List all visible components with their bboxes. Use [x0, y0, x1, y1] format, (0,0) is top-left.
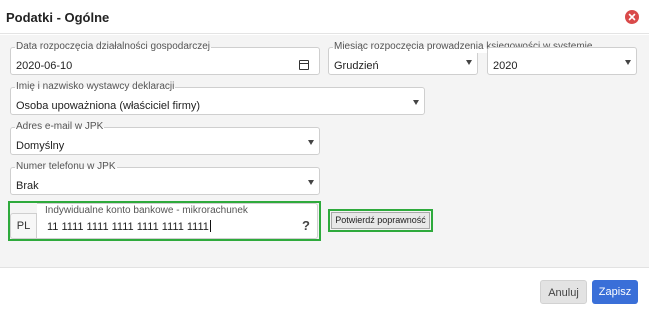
jpk-phone-value: Brak — [16, 180, 39, 192]
jpk-email-select[interactable]: Adres e-mail w JPK Domyślny — [10, 121, 320, 155]
start-date-value: 2020-06-10 — [16, 60, 73, 72]
verify-button[interactable]: Potwierdź poprawność — [331, 212, 430, 229]
save-button[interactable]: Zapisz — [592, 280, 638, 304]
country-prefix: PL — [10, 213, 37, 239]
jpk-phone-select[interactable]: Numer telefonu w JPK Brak — [10, 161, 320, 195]
bank-account-input[interactable]: Indywidualne konto bankowe - mikrorachun… — [37, 203, 318, 239]
bank-account-label: Indywidualne konto bankowe - mikrorachun… — [45, 205, 248, 216]
issuer-name-label: Imię i nazwisko wystawcy deklaracji — [15, 81, 176, 93]
accounting-year-value: 2020 — [493, 60, 518, 72]
start-date-field[interactable]: Data rozpoczęcia działalności gospodarcz… — [10, 41, 320, 75]
issuer-name-value: Osoba upoważniona (właściciel firmy) — [16, 100, 201, 112]
chevron-down-icon — [308, 140, 314, 145]
accounting-year-select[interactable]: 2020 — [487, 47, 637, 75]
cancel-button[interactable]: Anuluj — [540, 280, 587, 304]
jpk-email-value: Domyślny — [16, 140, 65, 152]
bank-account-value: 11 1111 1111 1111 1111 1111 1111 — [47, 221, 209, 233]
calendar-icon[interactable] — [299, 60, 309, 70]
text-cursor — [209, 220, 211, 232]
issuer-name-select[interactable]: Imię i nazwisko wystawcy deklaracji Osob… — [10, 81, 425, 115]
start-date-label: Data rozpoczęcia działalności gospodarcz… — [15, 41, 211, 53]
accounting-month-value: Grudzień — [334, 60, 379, 72]
dialog-title: Podatki - Ogólne — [6, 10, 110, 25]
jpk-email-label: Adres e-mail w JPK — [15, 121, 105, 133]
chevron-down-icon — [625, 60, 631, 65]
chevron-down-icon — [308, 180, 314, 185]
dialog-header: Podatki - Ogólne — [0, 0, 649, 34]
accounting-month-select[interactable]: Miesiąc rozpoczęcia prowadzenia księgowo… — [328, 41, 594, 75]
bank-account-value-wrap: 11 1111 1111 1111 1111 1111 1111 — [47, 220, 211, 233]
help-icon[interactable]: ? — [302, 218, 310, 233]
chevron-down-icon — [466, 60, 472, 65]
jpk-phone-label: Numer telefonu w JPK — [15, 161, 117, 173]
chevron-down-icon — [413, 100, 419, 105]
close-icon[interactable] — [625, 10, 639, 24]
